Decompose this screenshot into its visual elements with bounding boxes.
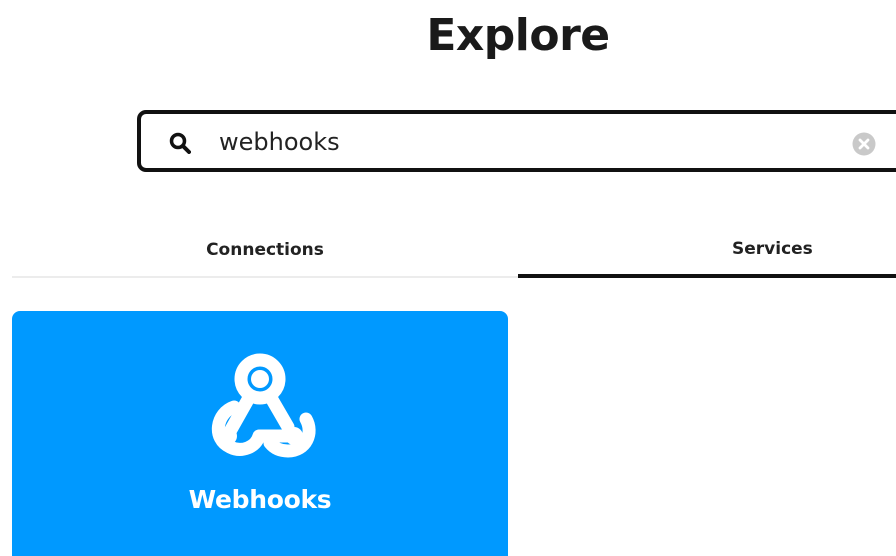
tab-connections[interactable]: Connections xyxy=(12,222,518,278)
search-icon xyxy=(169,132,191,154)
tab-services[interactable]: Services xyxy=(518,222,896,278)
page-title: Explore xyxy=(426,10,610,61)
service-name: Webhooks xyxy=(188,485,332,514)
explore-page: Explore Connections Services xyxy=(0,0,896,556)
results-tabs: Connections Services xyxy=(12,222,896,282)
clear-search-icon[interactable] xyxy=(852,132,876,156)
tab-services-label: Services xyxy=(732,239,813,259)
search-input[interactable] xyxy=(219,124,819,160)
webhooks-icon xyxy=(211,353,316,458)
search-box[interactable] xyxy=(137,110,896,172)
service-card-webhooks[interactable]: Webhooks xyxy=(12,311,508,556)
tab-connections-label: Connections xyxy=(206,240,324,260)
